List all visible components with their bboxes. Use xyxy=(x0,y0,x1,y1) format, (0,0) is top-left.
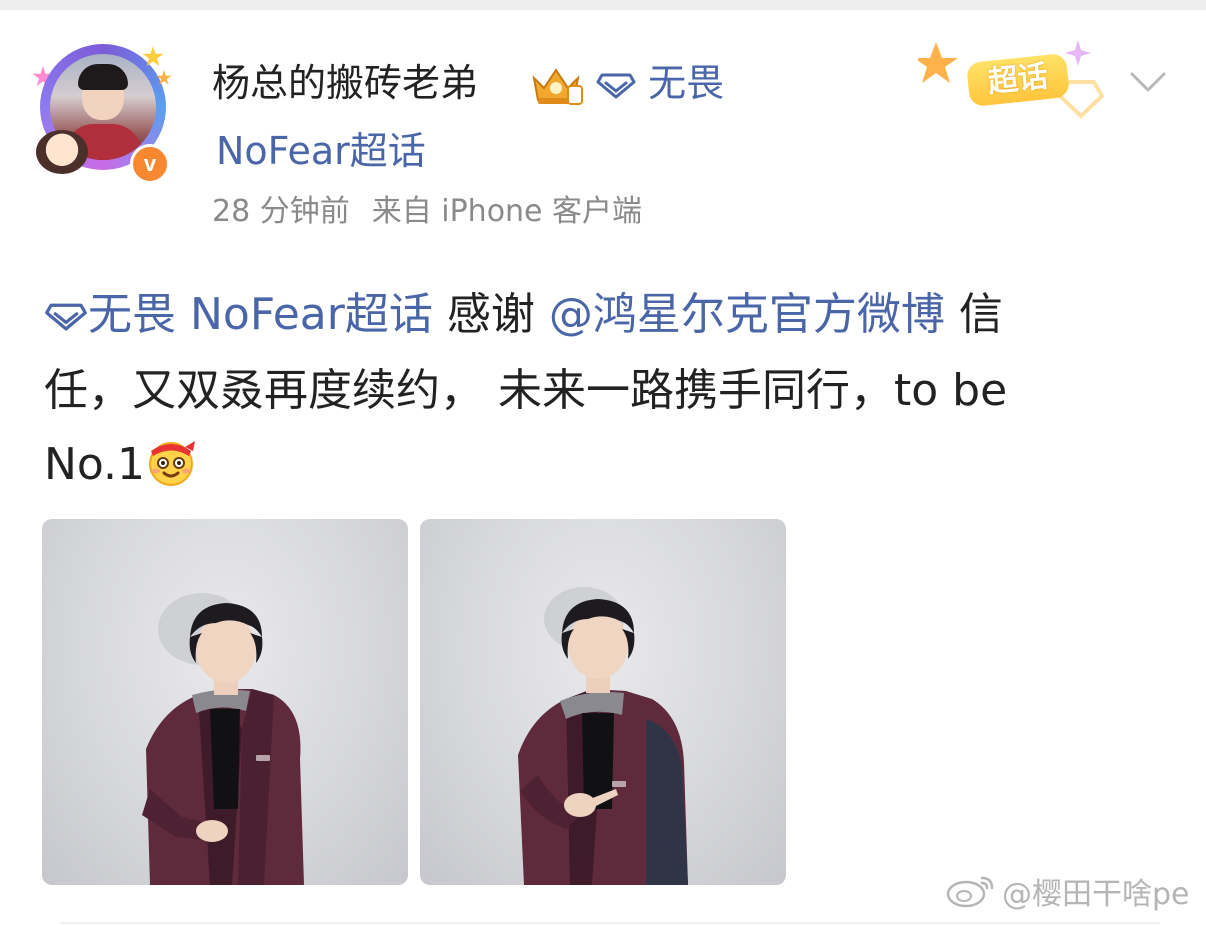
line1-end: 信 xyxy=(944,289,1003,340)
post-meta: 28 分钟前 来自 iPhone 客户端 xyxy=(212,192,642,232)
crown-badge-icon[interactable] xyxy=(528,64,584,108)
post-photo-2[interactable] xyxy=(420,519,786,885)
avatar-hair xyxy=(78,64,128,90)
username[interactable]: 杨总的搬砖老弟 xyxy=(212,60,478,106)
line3-text: No.1 xyxy=(44,439,146,490)
top-bar xyxy=(0,0,1206,10)
diamond-icon xyxy=(596,63,636,109)
cartoon-icon xyxy=(36,130,88,174)
diamond-icon xyxy=(44,280,88,354)
avatar[interactable]: v xyxy=(32,30,180,184)
watermark-text: @樱田干啥pe xyxy=(1002,877,1190,912)
supertopic-link[interactable]: 无畏 xyxy=(596,60,724,109)
thanks-text: 感谢 xyxy=(432,289,535,340)
chevron-down-icon[interactable] xyxy=(1126,60,1170,104)
supertopic-name-line2[interactable]: NoFear超话 xyxy=(216,128,426,174)
post-source: 来自 iPhone 客户端 xyxy=(371,194,643,229)
supertopic-name: 无畏 xyxy=(648,61,725,105)
cheering-emoji-icon xyxy=(145,435,197,487)
post-photo-1[interactable] xyxy=(42,519,408,885)
post-time: 28 分钟前 xyxy=(212,194,350,229)
line2-text: 任，又双叒再度续约， 未来一路携手同行，to be xyxy=(44,365,1008,416)
post-content: 无畏 NoFear超话 感谢 @鸿星尔克官方微博 信 任，又双叒再度续约， 未来… xyxy=(44,278,1164,502)
topic-text: 无畏 NoFear超话 xyxy=(88,289,433,340)
verified-badge: v xyxy=(130,144,170,184)
weibo-logo-icon xyxy=(946,872,998,919)
divider xyxy=(60,922,1160,924)
topic-link[interactable]: 无畏 NoFear超话 xyxy=(44,289,433,340)
watermark: @樱田干啥pe xyxy=(946,872,1190,912)
mention-link[interactable]: @鸿星尔克官方微博 xyxy=(549,289,945,340)
